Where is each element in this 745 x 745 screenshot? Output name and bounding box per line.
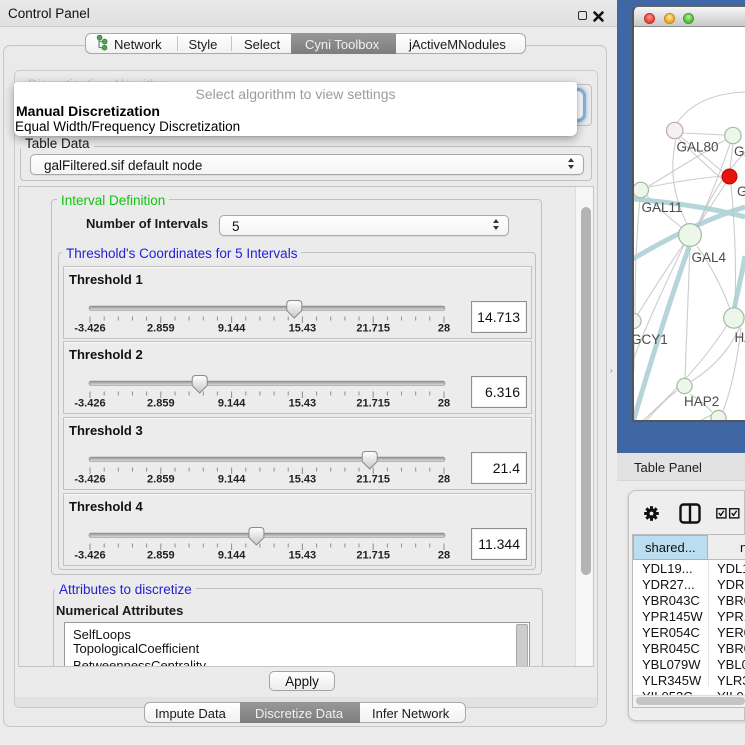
svg-text:GAL11: GAL11 <box>642 200 683 215</box>
svg-text:-3.426: -3.426 <box>74 323 105 335</box>
svg-text:2.859: 2.859 <box>147 474 175 486</box>
svg-text:15.43: 15.43 <box>289 398 317 410</box>
svg-text:15.43: 15.43 <box>289 323 317 335</box>
svg-text:HAP2: HAP2 <box>684 394 719 409</box>
svg-text:GAL4: GAL4 <box>692 250 727 265</box>
svg-text:28: 28 <box>438 550 450 562</box>
svg-text:-3.426: -3.426 <box>74 398 105 410</box>
svg-text:28: 28 <box>438 474 450 486</box>
svg-text:28: 28 <box>438 323 450 335</box>
svg-text:GA: GA <box>737 184 745 199</box>
svg-text:2.859: 2.859 <box>147 323 175 335</box>
svg-text:15.43: 15.43 <box>289 474 317 486</box>
svg-text:-3.426: -3.426 <box>74 550 105 562</box>
svg-text:15.43: 15.43 <box>289 550 317 562</box>
svg-text:GAL80: GAL80 <box>677 140 719 155</box>
svg-text:2.859: 2.859 <box>147 398 175 410</box>
svg-text:GCY1: GCY1 <box>634 332 668 347</box>
svg-text:21.715: 21.715 <box>356 398 390 410</box>
svg-text:21.715: 21.715 <box>356 323 390 335</box>
svg-text:28: 28 <box>438 398 450 410</box>
svg-text:9.144: 9.144 <box>218 398 246 410</box>
svg-text:21.715: 21.715 <box>356 474 390 486</box>
svg-text:21.715: 21.715 <box>356 550 390 562</box>
svg-text:9.144: 9.144 <box>218 550 246 562</box>
svg-text:GA: GA <box>734 144 745 159</box>
svg-text:9.144: 9.144 <box>218 474 246 486</box>
svg-text:-3.426: -3.426 <box>74 474 105 486</box>
svg-text:9.144: 9.144 <box>218 323 246 335</box>
svg-text:2.859: 2.859 <box>147 550 175 562</box>
svg-text:HA: HA <box>735 330 745 345</box>
